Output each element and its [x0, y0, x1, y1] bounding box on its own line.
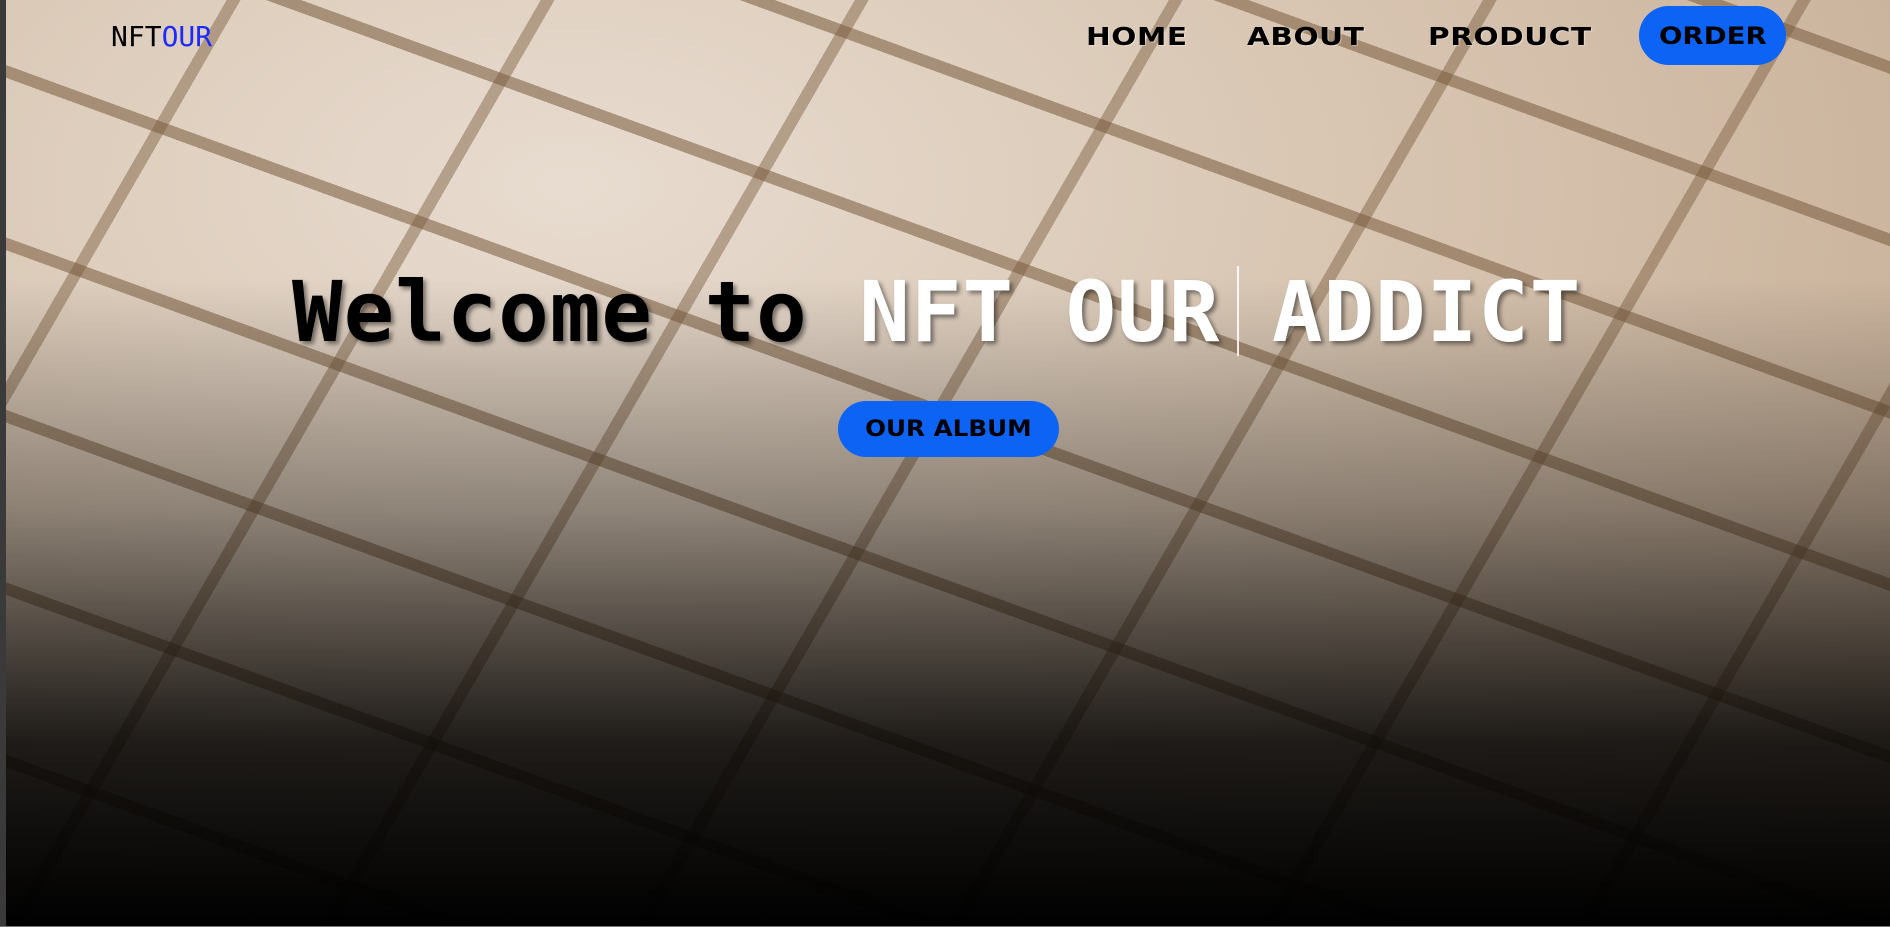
our-album-button-label: OUR ALBUM	[865, 416, 1032, 442]
nav-about-link[interactable]: ABOUT	[1247, 22, 1364, 51]
site-logo[interactable]: NFTOUR	[111, 20, 212, 53]
order-button-label: ORDER	[1658, 21, 1767, 50]
our-album-button[interactable]: OUR ALBUM	[838, 401, 1059, 457]
logo-text-nft: NFT	[111, 20, 162, 53]
typing-cursor	[1237, 266, 1239, 356]
headline-welcome: Welcome to	[292, 263, 860, 361]
nav-home-link[interactable]: HOME	[1086, 22, 1188, 51]
hero-headline: Welcome to NFT OUR ADDICT	[292, 262, 1581, 362]
hero-background	[6, 0, 1890, 927]
order-button[interactable]: ORDER	[1639, 6, 1786, 65]
logo-text-our: OUR	[161, 20, 213, 53]
headline-brand: NFT OUR ADDICT	[859, 263, 1582, 361]
nav-product-link[interactable]: PRODUCT	[1428, 22, 1592, 51]
